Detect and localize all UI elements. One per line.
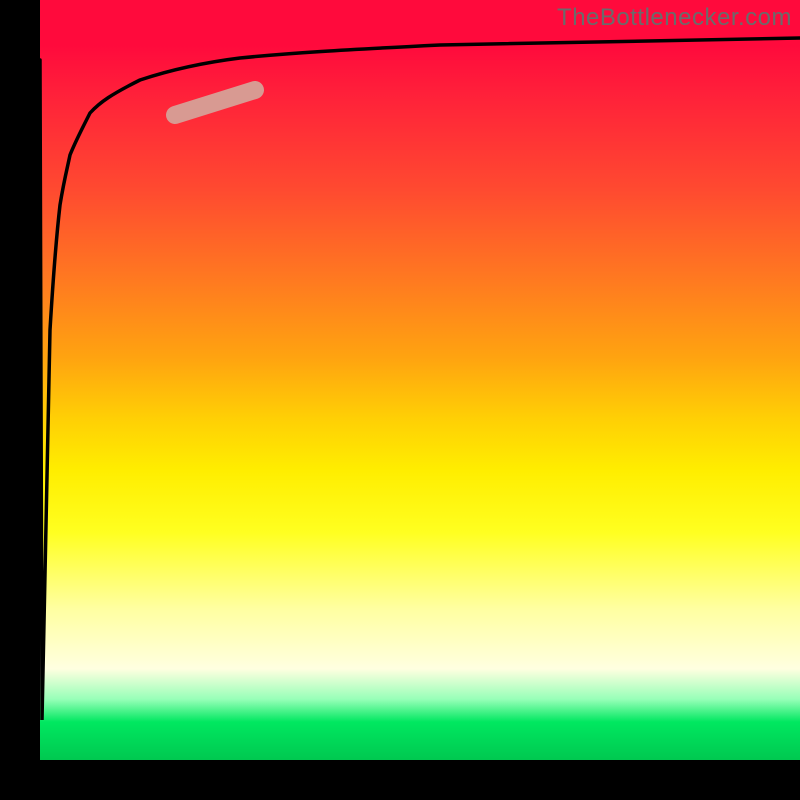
x-axis <box>0 760 800 800</box>
highlight-segment <box>175 90 255 115</box>
chart-frame: TheBottlenecker.com <box>0 0 800 800</box>
plot-area: TheBottlenecker.com <box>40 0 800 760</box>
attribution-text: TheBottlenecker.com <box>557 4 792 32</box>
y-axis <box>0 0 40 800</box>
curve-layer <box>40 0 800 760</box>
bottleneck-curve <box>40 38 800 720</box>
